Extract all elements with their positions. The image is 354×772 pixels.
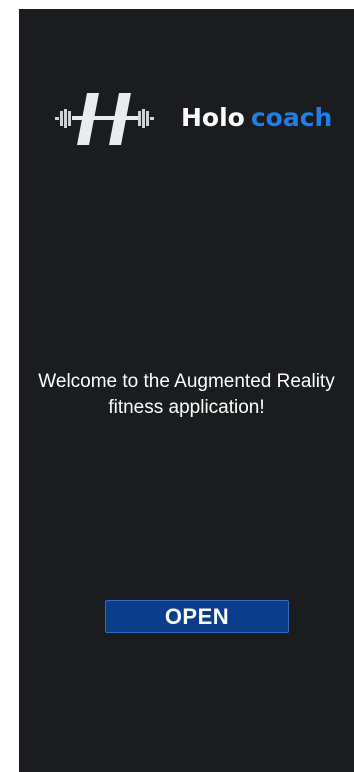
brand-name: Holo coach bbox=[181, 101, 332, 135]
brand-name-secondary: coach bbox=[250, 103, 333, 132]
app-screen: Holo coach Welcome to the Augmented Reali… bbox=[19, 9, 354, 772]
brand-name-primary: Holo bbox=[181, 103, 245, 132]
welcome-message: Welcome to the Augmented Reality fitness… bbox=[38, 371, 335, 418]
open-button[interactable]: OPEN bbox=[105, 600, 289, 633]
barbell-h-logo-icon bbox=[55, 93, 154, 145]
app-logo: Holo coach bbox=[53, 89, 354, 149]
